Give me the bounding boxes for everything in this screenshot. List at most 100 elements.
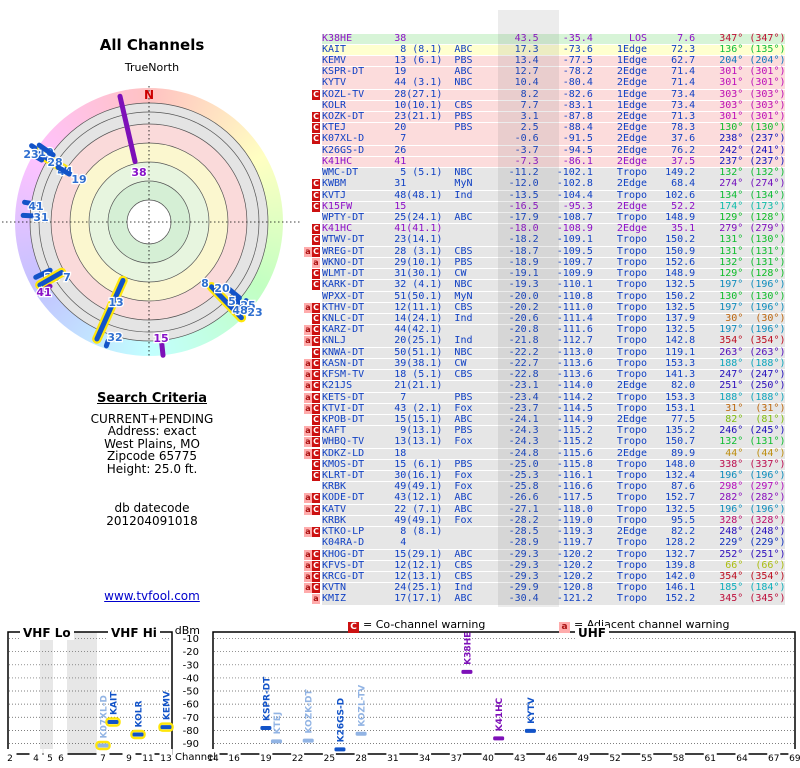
uhf-label: UHF bbox=[575, 626, 609, 640]
channel-tick-label: 7 bbox=[100, 754, 106, 764]
co-channel-warning-icon: C bbox=[312, 302, 320, 313]
table-row: a C WREG-DT 28 (3.1) CBS -18.7 -109.5 Tropo 150.9… bbox=[304, 246, 786, 258]
radar-channel-label: 15 bbox=[153, 332, 168, 345]
warning-markers: aC bbox=[301, 437, 320, 448]
co-channel-warning-icon: C bbox=[312, 392, 320, 403]
warning-markers: C bbox=[301, 190, 320, 202]
table-row: C WTWV-DT 23(14.1) -18.2 -109.1 Tropo 150.2 131… bbox=[312, 235, 786, 246]
co-channel-warning-icon: C bbox=[312, 246, 320, 257]
radar-channel-label: 8 bbox=[201, 277, 209, 290]
warning-markers: aC bbox=[301, 572, 320, 583]
vhf-highlight-outline bbox=[158, 722, 174, 732]
warning-markers: C bbox=[301, 201, 320, 213]
warning-markers: C bbox=[301, 179, 320, 190]
signal-bar-callsign: K41HC bbox=[495, 697, 505, 731]
signal-bar-callsign: KYTV bbox=[527, 697, 537, 724]
co-channel-warning-icon: C bbox=[312, 572, 320, 582]
dbm-tick-label: -80 bbox=[183, 726, 199, 737]
co-channel-warning-icon: C bbox=[312, 280, 320, 291]
signal-bar bbox=[160, 725, 172, 730]
table-row: WPXX-DT 51(50.1) MyN -20.0 -110.8 Tropo 150.2 1… bbox=[322, 290, 786, 302]
adjacent-channel-warning-icon: a bbox=[304, 246, 312, 257]
tvfool-link[interactable]: www.tvfool.com bbox=[0, 589, 304, 603]
table-row: a C KETS-DT 7 PBS -23.4 -114.2 Tropo 153.3 188° (1… bbox=[304, 392, 786, 403]
north-letter: N bbox=[144, 88, 154, 102]
channel-tick-label: 16 bbox=[228, 754, 240, 764]
vhf-lo-label: VHF Lo bbox=[20, 626, 74, 640]
adjacent-channel-warning-icon: a bbox=[304, 527, 312, 538]
co-channel-warning-icon: C bbox=[312, 269, 320, 280]
channel-tick-label: 43 bbox=[514, 754, 525, 764]
panel-border bbox=[7, 631, 173, 755]
frequency-gap-band bbox=[40, 632, 53, 754]
radar-channel-label: 19 bbox=[71, 173, 86, 186]
channel-axis-label: Channel bbox=[175, 752, 217, 763]
warning-markers: C bbox=[301, 313, 320, 325]
radar-channel-label: 48 bbox=[232, 304, 247, 317]
signal-bar-callsign: K38HE bbox=[463, 632, 473, 665]
warning-markers: aC bbox=[301, 370, 320, 381]
adjacent-channel-warning-icon: a bbox=[304, 336, 312, 347]
channel-tick-label: 40 bbox=[482, 754, 494, 764]
vhf-highlight-outline bbox=[95, 740, 111, 751]
co-channel-warning-icon: C bbox=[312, 527, 320, 538]
table-row: K38HE 38 43.5 -35.4 LOS 7.6 347° (347°) bbox=[322, 32, 786, 44]
co-channel-legend-text: = Co-channel warning bbox=[363, 618, 486, 631]
co-channel-warning-icon: C bbox=[312, 336, 320, 347]
warning-markers: C bbox=[301, 134, 320, 145]
table-row: a C KTKO-LP 8 (8.1) -28.5 -119.3 2Edge 82.2 248°(… bbox=[304, 527, 786, 538]
co-channel-warning-icon: C bbox=[312, 347, 320, 358]
db-datecode-value: 201204091018 bbox=[106, 514, 198, 528]
channel-tick-label: 22 bbox=[292, 754, 303, 764]
co-channel-warning-icon: C bbox=[312, 123, 320, 134]
table-row: a C KDKZ-LD 18 -24.8 -115.6 2Edge 89.9 44° (44°) bbox=[304, 448, 786, 459]
co-channel-warning-icon: C bbox=[312, 112, 320, 123]
search-zipcode: Zipcode 65775 bbox=[106, 449, 198, 464]
signal-bar-callsign: K07XL-D bbox=[100, 695, 110, 738]
table-row: a C K21JS 21(21.1) -23.1 -114.0 2Edge 82.0 251°(… bbox=[304, 381, 786, 392]
channel-tick-label: 46 bbox=[546, 754, 558, 764]
table-row: a C KVTN 24(25.1) Ind -29.9 -120.8 Tropo 146.1 18… bbox=[304, 583, 786, 594]
table-row: KRBK 49(49.1) Fox -28.2 -119.0 Tropo 95.5 328°(… bbox=[322, 514, 786, 527]
radar-channel-label: 13 bbox=[108, 296, 123, 309]
warning-markers: C bbox=[301, 414, 320, 426]
warning-markers: C bbox=[301, 123, 320, 134]
table-row: a C KTHV-DT 12(11.1) CBS -20.2 -111.0 Tropo 132.… bbox=[304, 302, 786, 314]
channel-tick-label: 6 bbox=[58, 754, 64, 764]
adjacent-channel-warning-icon: a bbox=[304, 381, 312, 392]
radar-channel-label: 41 bbox=[36, 286, 51, 299]
channel-tick-label: 67 bbox=[768, 754, 779, 764]
co-channel-warning-icon: C bbox=[312, 381, 320, 392]
warning-markers: C bbox=[301, 89, 320, 101]
table-row: a KMIZ 17(17.1) ABC -30.4 -121.2 Tropo 152.2 345… bbox=[312, 594, 786, 605]
table-row: C KOZL-TV 28(27.1) 8.2 -82.6 1Edge 73.4 303° (30… bbox=[312, 89, 786, 100]
channel-tick-label: 9 bbox=[126, 754, 132, 764]
co-channel-warning-icon: C bbox=[312, 437, 320, 448]
warning-markers: aC bbox=[301, 302, 320, 314]
co-channel-warning-icon: C bbox=[348, 622, 359, 633]
dbm-tick-label: -70 bbox=[183, 713, 199, 724]
table-row: C KNWA-DT 50(51.1) NBC -22.2 -113.0 Tropo 119.1… bbox=[312, 347, 786, 359]
adjacent-channel-warning-icon: a bbox=[304, 302, 312, 313]
adjacent-channel-warning-icon: a bbox=[312, 594, 320, 605]
radar-channel-label: 38 bbox=[131, 166, 146, 179]
channel-tick-label: 69 bbox=[789, 754, 800, 764]
co-channel-warning-icon: C bbox=[312, 313, 320, 324]
table-row: C KTEJ 20 PBS 2.5 -88.4 2Edge 78.3 130° (130°) bbox=[312, 123, 786, 134]
table-row: KSPR-DT 19 ABC 12.7 -78.2 2Edge 71.4 301° (301°) bbox=[322, 66, 786, 78]
channel-table: K38HE 38 43.5 -35.4 LOS 7.6 347° (347°) KAIT 8 (8.… bbox=[304, 32, 786, 606]
table-row: C KNLC-DT 14(24.1) Ind -20.6 -111.4 Tropo 137.9… bbox=[312, 313, 786, 325]
adjacent-channel-warning-icon: a bbox=[304, 392, 312, 403]
table-row: C KPOB-DT 15(15.1) ABC -24.1 -114.9 2Edge 77.5 8… bbox=[312, 414, 786, 426]
warning-markers: aC bbox=[301, 448, 320, 460]
dbm-tick-label: -30 bbox=[183, 660, 199, 671]
signal-bar bbox=[334, 747, 346, 752]
adjacent-channel-warning-icon: a bbox=[304, 560, 312, 571]
dbm-tick-label: -20 bbox=[183, 647, 199, 658]
warning-markers: C bbox=[301, 269, 320, 280]
table-row: a C KARZ-DT 44(42.1) -20.8 -111.6 Tropo 132.5 19… bbox=[304, 325, 786, 336]
warning-markers: aC bbox=[301, 560, 320, 572]
table-row: K26GS-D 26 -3.7 -94.5 2Edge 76.2 242° (241°) bbox=[322, 144, 786, 157]
co-channel-warning-icon: C bbox=[312, 403, 320, 414]
search-criteria: CURRENT+PENDING Address: exact West Plai… bbox=[0, 413, 304, 475]
